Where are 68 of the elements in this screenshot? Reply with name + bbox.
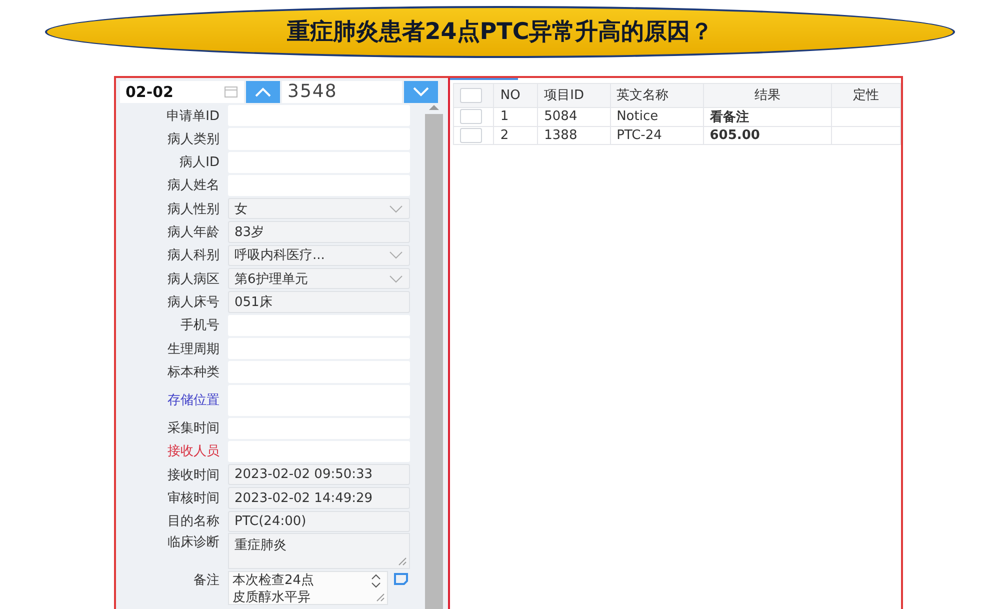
empty-field[interactable] bbox=[228, 314, 410, 336]
field-label: 接收人员 bbox=[166, 443, 220, 460]
field-label: 生理周期 bbox=[166, 340, 220, 358]
text-field[interactable]: 2023-02-02 09:50:33 bbox=[228, 464, 410, 486]
field-label: 病人病区 bbox=[166, 270, 220, 288]
table-cell: 1388 bbox=[538, 126, 610, 144]
select-all-checkbox[interactable] bbox=[460, 88, 482, 103]
caret-icon bbox=[388, 204, 402, 213]
table-cell: 605.00 bbox=[703, 126, 832, 144]
field-label: 申请单ID bbox=[166, 108, 220, 125]
chevron-up-icon bbox=[254, 86, 270, 97]
field-label: 病人性别 bbox=[166, 200, 220, 218]
column-header: 项目ID bbox=[538, 83, 610, 108]
field-label: 病人ID bbox=[178, 154, 220, 172]
text-area[interactable]: 重症肺炎 bbox=[228, 533, 410, 569]
field-label: 存储位置 bbox=[166, 392, 220, 410]
table-cell: PTC-24 bbox=[610, 126, 704, 144]
column-header: 结果 bbox=[703, 83, 832, 108]
slide-title-banner: 重症肺炎患者24点PTC异常升高的原因？ bbox=[45, 6, 955, 58]
next-button[interactable] bbox=[404, 80, 438, 103]
number-field[interactable]: 3548 bbox=[282, 80, 402, 103]
select-field[interactable]: 第6护理单元 bbox=[228, 268, 410, 290]
field-label: 接收时间 bbox=[166, 466, 220, 484]
select-field[interactable]: 呼吸内科医疗... bbox=[228, 244, 410, 266]
table-cell: 2 bbox=[494, 126, 538, 144]
table-cell: 5084 bbox=[538, 107, 610, 126]
field-label: 病人床号 bbox=[166, 294, 220, 311]
calendar-icon bbox=[224, 86, 238, 98]
field-label: 目的名称 bbox=[166, 513, 220, 530]
resize-grip-icon bbox=[376, 593, 384, 602]
caret-icon bbox=[388, 274, 402, 283]
field-label: 审核时间 bbox=[166, 490, 220, 508]
table-cell: 看备注 bbox=[703, 107, 832, 126]
text-field[interactable]: PTC(24:00) bbox=[228, 510, 410, 532]
empty-field[interactable] bbox=[228, 440, 410, 462]
table-cell bbox=[832, 126, 900, 144]
column-header: 英文名称 bbox=[610, 83, 704, 108]
table-cell: Notice bbox=[610, 107, 704, 126]
remark-area[interactable]: 本次检查24点 皮质醇水平异 bbox=[228, 571, 388, 605]
table-cell: 1 bbox=[494, 107, 538, 126]
field-label: 病人年龄 bbox=[166, 224, 220, 242]
column-header: NO bbox=[494, 83, 538, 108]
date-field[interactable]: 02-02 bbox=[120, 80, 244, 103]
text-field[interactable]: 051床 bbox=[228, 291, 410, 313]
row-checkbox[interactable] bbox=[460, 109, 482, 124]
empty-field[interactable] bbox=[228, 174, 410, 196]
field-label: 手机号 bbox=[180, 317, 220, 334]
previous-button[interactable] bbox=[246, 80, 280, 103]
field-label: 病人科别 bbox=[166, 247, 220, 264]
note-icon bbox=[394, 573, 408, 585]
column-header: 定性 bbox=[832, 83, 900, 108]
scrollbar-thumb[interactable] bbox=[424, 114, 442, 609]
empty-field[interactable] bbox=[228, 104, 410, 126]
field-label: 备注 bbox=[192, 572, 220, 589]
row-checkbox[interactable] bbox=[460, 128, 482, 143]
field-label: 采集时间 bbox=[166, 420, 220, 438]
spin-arrows-icon bbox=[370, 574, 380, 588]
caret-icon bbox=[388, 251, 402, 260]
table-cell bbox=[832, 107, 900, 126]
text-field[interactable]: 83岁 bbox=[228, 221, 410, 243]
field-label: 病人类别 bbox=[166, 130, 220, 148]
chevron-down-icon bbox=[412, 86, 428, 97]
field-label: 标本种类 bbox=[166, 364, 220, 381]
field-label: 病人姓名 bbox=[166, 177, 220, 194]
field-label: 临床诊断 bbox=[166, 534, 220, 551]
text-field[interactable]: 2023-02-02 14:49:29 bbox=[228, 487, 410, 509]
select-field[interactable]: 女 bbox=[228, 198, 410, 220]
resize-grip-icon bbox=[398, 557, 406, 566]
